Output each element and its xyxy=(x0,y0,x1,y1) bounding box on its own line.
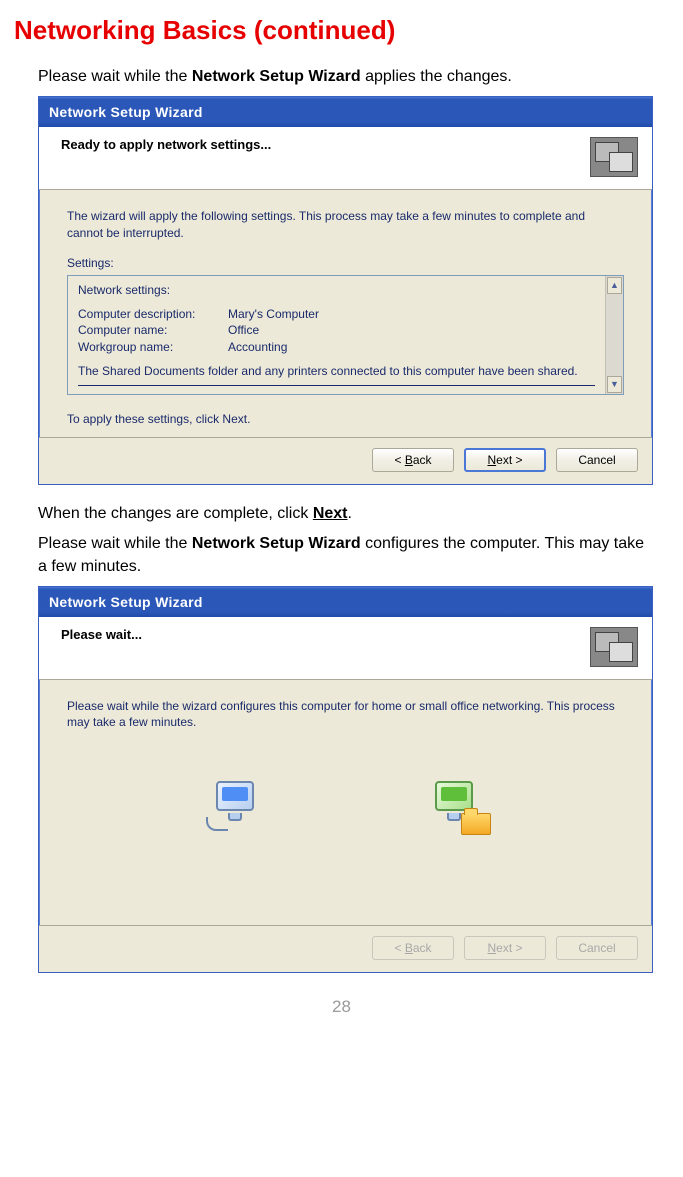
dialog-titlebar: Network Setup Wizard xyxy=(39,97,652,127)
settings-value: Office xyxy=(228,322,259,338)
cancel-button[interactable]: Cancel xyxy=(556,448,638,472)
dialog-title: Network Setup Wizard xyxy=(49,594,203,610)
mid2-bold: Network Setup Wizard xyxy=(192,535,361,552)
settings-key: Workgroup name: xyxy=(78,339,228,355)
mid1-suffix: . xyxy=(348,505,352,522)
back-post: ack xyxy=(413,941,432,955)
computer-folder-icon xyxy=(425,775,485,835)
scroll-down-button[interactable]: ▼ xyxy=(607,376,622,393)
wait-animation xyxy=(67,745,624,915)
back-button: < Back xyxy=(372,936,454,960)
next-button: Next > xyxy=(464,936,546,960)
back-button[interactable]: < Back xyxy=(372,448,454,472)
mid1-bold: Next xyxy=(313,505,348,522)
dialog-body: Please wait while the wizard configures … xyxy=(39,680,652,924)
dialog-header: Ready to apply network settings... xyxy=(39,127,652,190)
mid1-prefix: When the changes are complete, click xyxy=(38,505,313,522)
dialog-titlebar: Network Setup Wizard xyxy=(39,587,652,617)
back-post: ack xyxy=(413,453,432,467)
back-u: B xyxy=(405,941,413,955)
dialog-button-row: < Back Next > Cancel xyxy=(39,437,652,484)
settings-value: Accounting xyxy=(228,339,287,355)
settings-row: Computer description: Mary's Computer xyxy=(78,306,595,322)
intro-bold: Network Setup Wizard xyxy=(192,68,361,85)
dialog-header-text: Ready to apply network settings... xyxy=(61,137,271,152)
settings-label: Settings: xyxy=(67,255,624,271)
next-u: N xyxy=(487,453,496,467)
settings-row: Workgroup name: Accounting xyxy=(78,339,595,355)
settings-note: The Shared Documents folder and any prin… xyxy=(78,363,595,379)
dialog-button-row: < Back Next > Cancel xyxy=(39,925,652,972)
settings-key: Computer name: xyxy=(78,322,228,338)
apply-text: To apply these settings, click Next. xyxy=(67,411,624,427)
intro-text: Please wait while the Network Setup Wiza… xyxy=(0,66,683,96)
dialog-title: Network Setup Wizard xyxy=(49,104,203,120)
settings-value: Mary's Computer xyxy=(228,306,319,322)
dialog-para: Please wait while the wizard configures … xyxy=(67,698,624,730)
settings-heading: Network settings: xyxy=(78,282,595,298)
mid-text-1: When the changes are complete, click Nex… xyxy=(0,503,683,533)
next-post: ext > xyxy=(496,453,522,467)
network-computers-icon xyxy=(590,137,638,177)
computer-icon xyxy=(206,775,266,835)
dialog-ready-apply: Network Setup Wizard Ready to apply netw… xyxy=(38,96,653,485)
dialog-please-wait: Network Setup Wizard Please wait... Plea… xyxy=(38,586,653,972)
next-button[interactable]: Next > xyxy=(464,448,546,472)
mid2-prefix: Please wait while the xyxy=(38,535,192,552)
dialog-body: The wizard will apply the following sett… xyxy=(39,190,652,437)
settings-row: Computer name: Office xyxy=(78,322,595,338)
scroll-up-button[interactable]: ▲ xyxy=(607,277,622,294)
mid-text-2: Please wait while the Network Setup Wiza… xyxy=(0,533,683,586)
back-pre: < xyxy=(394,941,404,955)
page-title: Networking Basics (continued) xyxy=(0,10,683,66)
settings-key: Computer description: xyxy=(78,306,228,322)
intro-suffix: applies the changes. xyxy=(361,68,512,85)
intro-prefix: Please wait while the xyxy=(38,68,192,85)
back-pre: < xyxy=(394,453,404,467)
next-u: N xyxy=(487,941,496,955)
dialog-header: Please wait... xyxy=(39,617,652,680)
dialog-header-text: Please wait... xyxy=(61,627,142,642)
network-computers-icon xyxy=(590,627,638,667)
cancel-button: Cancel xyxy=(556,936,638,960)
settings-inner: Network settings: Computer description: … xyxy=(68,276,605,394)
settings-divider xyxy=(78,385,595,386)
page-number: 28 xyxy=(0,997,683,1017)
dialog-para: The wizard will apply the following sett… xyxy=(67,208,624,240)
next-post: ext > xyxy=(496,941,522,955)
settings-box: Network settings: Computer description: … xyxy=(67,275,624,395)
settings-scrollbar[interactable]: ▲ ▼ xyxy=(605,276,623,394)
back-u: B xyxy=(405,453,413,467)
